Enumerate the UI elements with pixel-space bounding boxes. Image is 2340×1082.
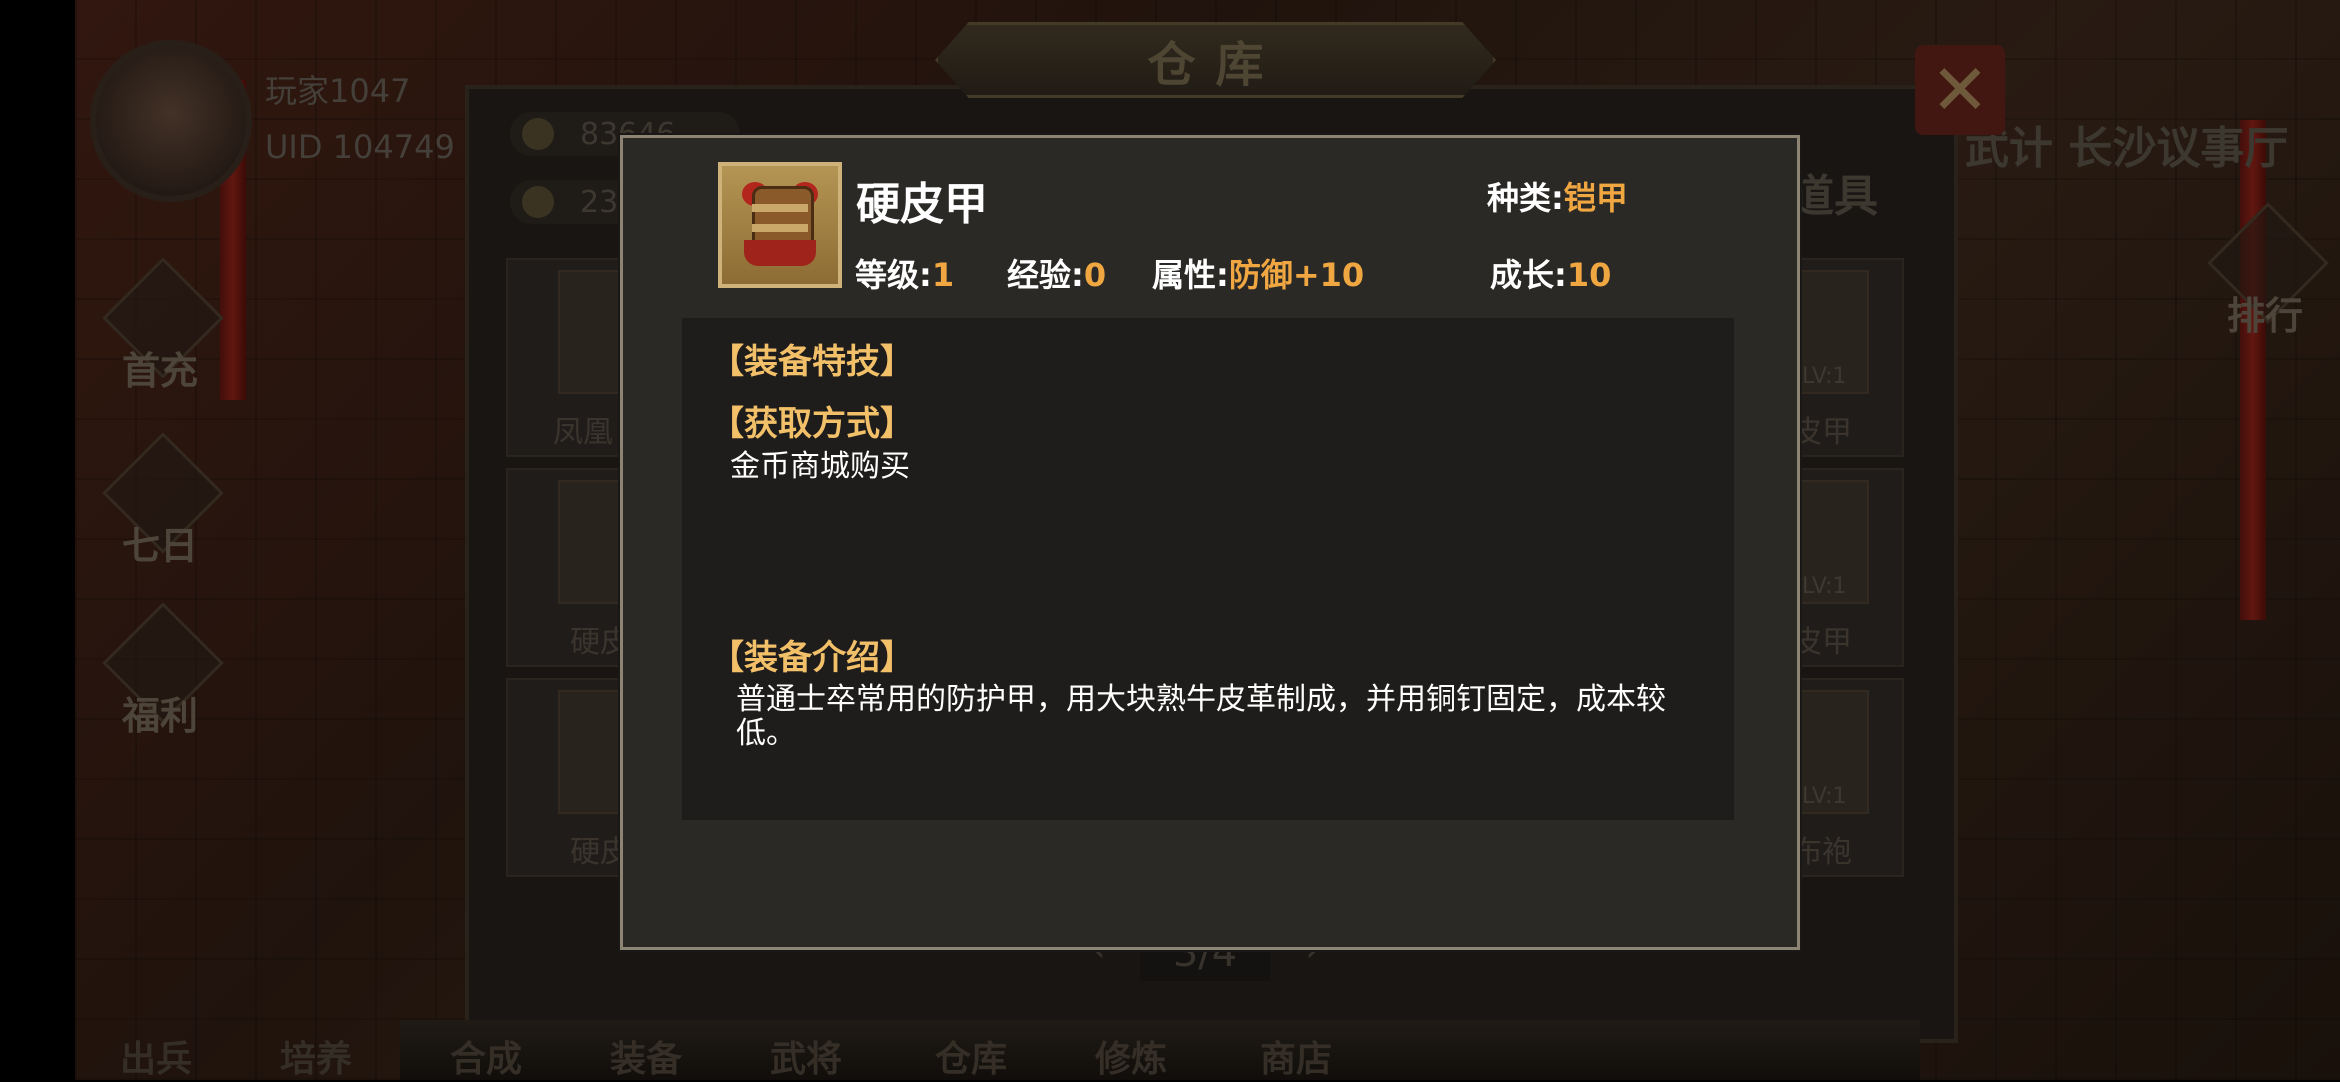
item-attribute: 属性:防御+10 — [1152, 250, 1364, 296]
item-icon-frame — [718, 162, 842, 288]
section-equipment-skill: 【装备特技】 — [710, 342, 914, 382]
item-type: 种类:铠甲 — [1487, 173, 1628, 219]
armor-skirt — [744, 240, 816, 266]
section-equipment-intro: 【装备介绍】 — [710, 638, 914, 678]
section-obtain-method: 【获取方式】 — [710, 404, 914, 444]
item-attribute-label: 属性: — [1152, 256, 1229, 294]
armor-icon — [740, 178, 820, 272]
item-type-value: 铠甲 — [1563, 179, 1628, 217]
item-exp-label: 经验: — [1007, 256, 1084, 294]
item-exp: 经验:0 — [1007, 250, 1106, 296]
armor-band — [752, 204, 808, 212]
item-attribute-value: 防御+10 — [1228, 256, 1365, 294]
item-exp-value: 0 — [1083, 256, 1107, 294]
item-level-value: 1 — [931, 256, 955, 294]
item-type-label: 种类: — [1487, 179, 1564, 217]
item-name: 硬皮甲 — [856, 179, 988, 230]
item-growth-label: 成长: — [1490, 256, 1567, 294]
item-level-label: 等级: — [855, 256, 932, 294]
item-growth: 成长:10 — [1490, 250, 1611, 296]
armor-band — [752, 224, 808, 232]
obtain-method-text: 金币商城购买 — [730, 449, 910, 484]
item-growth-value: 10 — [1566, 256, 1612, 294]
equipment-intro-text: 普通士卒常用的防护甲，用大块熟牛皮革制成，并用铜钉固定，成本较低。 — [736, 682, 1666, 751]
item-level: 等级:1 — [855, 250, 954, 296]
